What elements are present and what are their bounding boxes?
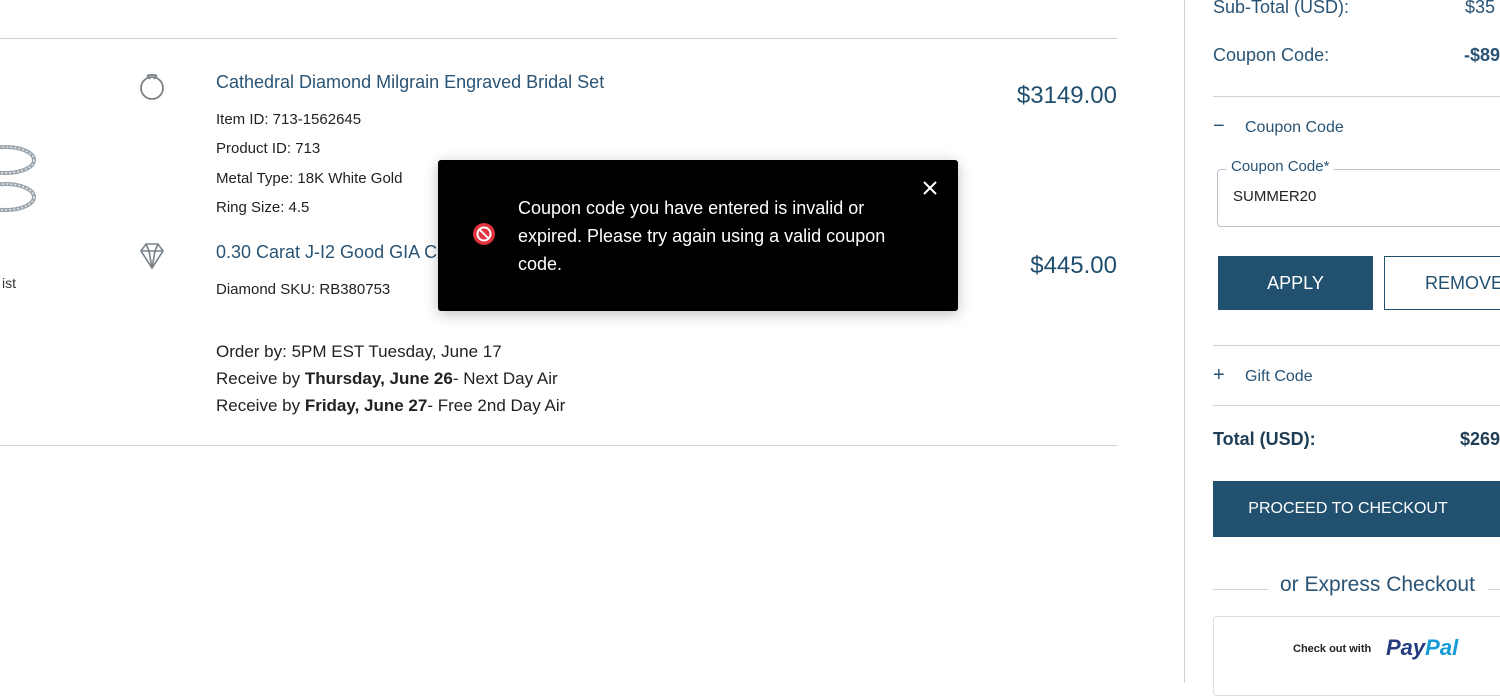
coupon-code-input[interactable] <box>1233 188 1493 205</box>
toast-message: Coupon code you have entered is invalid … <box>518 198 886 274</box>
total-label: Total (USD): <box>1213 429 1316 449</box>
delivery-method: - Next Day Air <box>452 369 558 388</box>
total-value: $269 <box>1460 429 1500 449</box>
item-id: Item ID: 713-1562645 <box>216 111 362 128</box>
proceed-to-checkout-button[interactable]: PROCEED TO CHECKOUT <box>1213 481 1500 537</box>
error-prohibited-icon <box>473 223 495 245</box>
summary-divider <box>1213 405 1500 406</box>
wishlist-link[interactable]: ist <box>2 275 16 291</box>
error-toast: Coupon code you have entered is invalid … <box>438 160 958 311</box>
delivery-method: - Free 2nd Day Air <box>427 396 566 415</box>
item-title[interactable]: Cathedral Diamond Milgrain Engraved Brid… <box>216 72 604 93</box>
subtotal-label: Sub-Total (USD): <box>1213 0 1350 17</box>
paypal-prefix: Check out with <box>1293 643 1372 655</box>
delivery-prefix: Receive by <box>216 369 305 388</box>
delivery-date: Friday, June 27 <box>304 396 428 415</box>
diamond-icon <box>140 243 164 270</box>
diamond-sku: Diamond SKU: RB380753 <box>216 281 391 298</box>
delivery-prefix: Receive by <box>216 396 305 415</box>
express-checkout-label: or Express Checkout <box>1280 573 1475 596</box>
paypal-logo: PayPal <box>1386 635 1458 661</box>
apply-button[interactable]: APPLY <box>1218 256 1373 310</box>
gift-code-toggle[interactable]: + Gift Code <box>1213 364 1313 387</box>
coupon-field-legend: Coupon Code* <box>1226 158 1335 175</box>
item-price: $3149.00 <box>1016 82 1117 109</box>
minus-icon: − <box>1213 115 1225 137</box>
paypal-logo-part1: Pay <box>1386 635 1426 660</box>
product-id: Product ID: 713 <box>216 140 321 157</box>
cart-bottom-divider <box>0 445 1117 446</box>
sidebar-divider <box>1184 0 1185 683</box>
express-divider-right <box>1488 589 1500 590</box>
summary-divider <box>1213 96 1500 97</box>
product-image[interactable] <box>0 122 36 222</box>
coupon-code-field <box>1217 169 1500 227</box>
delivery-next-day: Receive by Thursday, June 26- Next Day A… <box>216 369 558 389</box>
paypal-logo-part2: Pal <box>1425 635 1459 660</box>
paypal-button[interactable]: Check out with PayPal <box>1213 616 1500 696</box>
gift-toggle-label: Gift Code <box>1245 368 1313 385</box>
coupon-value: -$89 <box>1464 45 1500 65</box>
close-icon[interactable] <box>918 176 942 200</box>
ring-icon <box>140 74 164 100</box>
item-price: $445.00 <box>1030 252 1117 279</box>
ring-size: Ring Size: 4.5 <box>216 199 310 216</box>
plus-icon: + <box>1213 364 1225 386</box>
order-by-text: Order by: 5PM EST Tuesday, June 17 <box>216 342 502 361</box>
subtotal-value: $35 <box>1465 0 1496 17</box>
delivery-2nd-day: Receive by Friday, June 27- Free 2nd Day… <box>216 396 565 416</box>
coupon-label: Coupon Code: <box>1213 45 1330 65</box>
coupon-code-toggle[interactable]: − Coupon Code <box>1213 115 1344 138</box>
summary-divider <box>1213 345 1500 346</box>
coupon-toggle-label: Coupon Code <box>1245 119 1344 136</box>
item-title[interactable]: 0.30 Carat J-I2 Good GIA C <box>216 242 437 263</box>
delivery-date: Thursday, June 26 <box>304 369 453 388</box>
remove-button[interactable]: REMOVE <box>1384 256 1500 310</box>
metal-type: Metal Type: 18K White Gold <box>216 170 403 187</box>
cart-top-divider <box>0 38 1117 39</box>
express-divider-left <box>1213 589 1268 590</box>
